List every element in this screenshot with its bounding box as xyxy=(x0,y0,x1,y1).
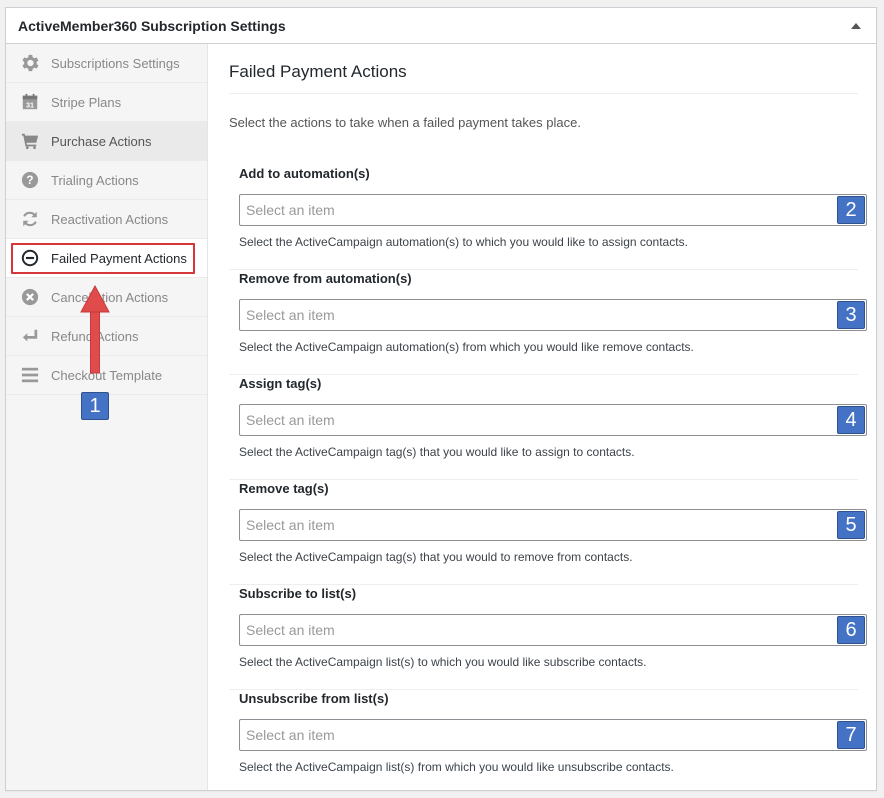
refresh-icon xyxy=(20,209,40,229)
sidebar-item-purchase-actions[interactable]: Purchase Actions xyxy=(6,122,207,161)
sidebar-item-label: Stripe Plans xyxy=(51,94,122,110)
panel-title: ActiveMember360 Subscription Settings xyxy=(18,17,286,34)
panel-header: ActiveMember360 Subscription Settings xyxy=(6,8,876,44)
field-label: Remove tag(s) xyxy=(239,481,329,496)
subscribe-lists-select[interactable]: Select an item 6 xyxy=(239,614,867,646)
sidebar-item-label: Trialing Actions xyxy=(51,172,139,188)
field-add-to-automations: Add to automation(s) Select an item 2 Se… xyxy=(229,165,867,270)
return-arrow-icon xyxy=(20,326,40,346)
svg-text:31: 31 xyxy=(26,100,34,109)
assign-tags-select[interactable]: Select an item 4 xyxy=(239,404,867,436)
field-help: Select the ActiveCampaign list(s) to whi… xyxy=(239,655,647,669)
select-placeholder: Select an item xyxy=(246,307,335,323)
settings-panel: ActiveMember360 Subscription Settings Su… xyxy=(5,7,877,791)
sidebar-item-subscriptions-settings[interactable]: Subscriptions Settings xyxy=(6,44,207,83)
select-placeholder: Select an item xyxy=(246,727,335,743)
unsubscribe-lists-select[interactable]: Select an item 7 xyxy=(239,719,867,751)
field-label: Unsubscribe from list(s) xyxy=(239,691,389,706)
annotation-badge: 5 xyxy=(837,511,865,539)
sidebar-item-label: Subscriptions Settings xyxy=(51,55,180,71)
remove-tags-select[interactable]: Select an item 5 xyxy=(239,509,867,541)
field-help: Select the ActiveCampaign automation(s) … xyxy=(239,340,694,354)
sidebar-item-stripe-plans[interactable]: 31 Stripe Plans xyxy=(6,83,207,122)
field-remove-tags: Remove tag(s) Select an item 5 Select th… xyxy=(229,480,867,585)
field-assign-tags: Assign tag(s) Select an item 4 Select th… xyxy=(229,375,867,480)
select-placeholder: Select an item xyxy=(246,412,335,428)
field-help: Select the ActiveCampaign list(s) from w… xyxy=(239,760,674,774)
annotation-arrow-icon xyxy=(80,285,110,374)
main-content: Failed Payment Actions Select the action… xyxy=(208,44,876,790)
gear-icon xyxy=(20,53,40,73)
field-list: Add to automation(s) Select an item 2 Se… xyxy=(229,165,867,795)
annotation-badge: 2 xyxy=(837,196,865,224)
cart-icon xyxy=(20,131,40,151)
annotation-badge: 4 xyxy=(837,406,865,434)
field-label: Add to automation(s) xyxy=(239,166,370,181)
remove-automations-select[interactable]: Select an item 3 xyxy=(239,299,867,331)
annotation-badge: 3 xyxy=(837,301,865,329)
menu-lines-icon xyxy=(20,365,40,385)
sidebar-item-label: Reactivation Actions xyxy=(51,211,169,227)
collapse-toggle-icon[interactable] xyxy=(848,18,864,34)
field-label: Remove from automation(s) xyxy=(239,271,412,286)
sidebar-item-label: Purchase Actions xyxy=(51,133,152,149)
field-remove-from-automations: Remove from automation(s) Select an item… xyxy=(229,270,867,375)
field-unsubscribe-lists: Unsubscribe from list(s) Select an item … xyxy=(229,690,867,795)
annotation-badge: 7 xyxy=(837,721,865,749)
field-help: Select the ActiveCampaign automation(s) … xyxy=(239,235,688,249)
page-title: Failed Payment Actions xyxy=(229,62,858,94)
sidebar-item-failed-payment-actions[interactable]: Failed Payment Actions xyxy=(6,239,207,278)
field-help: Select the ActiveCampaign tag(s) that yo… xyxy=(239,550,633,564)
field-label: Assign tag(s) xyxy=(239,376,322,391)
field-subscribe-lists: Subscribe to list(s) Select an item 6 Se… xyxy=(229,585,867,690)
field-label: Subscribe to list(s) xyxy=(239,586,357,601)
question-icon: ? xyxy=(20,170,40,190)
add-automations-select[interactable]: Select an item 2 xyxy=(239,194,867,226)
svg-text:?: ? xyxy=(26,174,33,187)
calendar-icon: 31 xyxy=(20,92,40,112)
select-placeholder: Select an item xyxy=(246,517,335,533)
field-help: Select the ActiveCampaign tag(s) that yo… xyxy=(239,445,635,459)
sidebar-item-label: Failed Payment Actions xyxy=(51,250,187,266)
select-placeholder: Select an item xyxy=(246,622,335,638)
select-placeholder: Select an item xyxy=(246,202,335,218)
sidebar-item-reactivation-actions[interactable]: Reactivation Actions xyxy=(6,200,207,239)
page-description: Select the actions to take when a failed… xyxy=(229,115,581,130)
annotation-badge: 6 xyxy=(837,616,865,644)
x-circle-icon xyxy=(20,287,40,307)
minus-circle-icon xyxy=(20,248,40,268)
annotation-badge: 1 xyxy=(81,392,109,420)
sidebar-item-trialing-actions[interactable]: ? Trialing Actions xyxy=(6,161,207,200)
